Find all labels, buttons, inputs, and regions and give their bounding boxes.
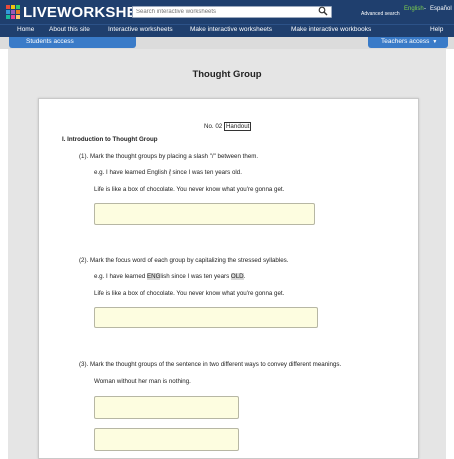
students-access-label: Students access (26, 38, 74, 45)
q2-example: e.g. I have learned ENGlish since I was … (94, 273, 245, 280)
q2-example-eng: ENG (146, 273, 161, 280)
q3-instruction: Mark the thought groups of the sentence … (90, 361, 342, 368)
q2-example-text-b: lish since I was ten years (160, 273, 231, 280)
lang-english-link[interactable]: English (404, 6, 424, 12)
q1-example-text-a: e.g. I have learned English (94, 169, 169, 176)
handout-label: Handout (223, 122, 252, 131)
q1-instruction-line: (1). Mark the thought groups by placing … (79, 153, 258, 160)
q1-answer-field[interactable] (94, 203, 315, 225)
q1-instruction: Mark the thought groups by placing a sla… (90, 153, 259, 160)
advanced-search-link[interactable]: Advanced search (361, 11, 400, 17)
caret-down-icon: ▼ (432, 39, 438, 45)
q3-sentence: Woman without her man is nothing. (94, 378, 191, 385)
search-input[interactable] (132, 6, 332, 18)
nav-make-workbooks[interactable]: Make interactive workbooks (291, 26, 371, 33)
q1-number: (1). (79, 153, 89, 160)
students-access-button[interactable]: Students access (9, 37, 136, 48)
nav-interactive-worksheets[interactable]: Interactive worksheets (108, 26, 173, 33)
worksheet-number-line: No. 02 Handout (204, 122, 252, 131)
lang-separator: - (424, 6, 426, 12)
nav-about[interactable]: About this site (49, 26, 90, 33)
q3-instruction-line: (3). Mark the thought groups of the sent… (79, 361, 341, 368)
q2-instruction: Mark the focus word of each group by cap… (90, 257, 289, 264)
q3-answer-field-1[interactable] (94, 396, 239, 419)
q2-answer-field[interactable] (94, 307, 318, 328)
q2-example-text-a: e.g. I have learned (94, 273, 147, 280)
q3-answer-field-2[interactable] (94, 428, 239, 451)
teachers-access-button[interactable]: Teachers access ▼ (368, 37, 448, 48)
q3-number: (3). (79, 361, 89, 368)
q1-sentence: Life is like a box of chocolate. You nev… (94, 186, 285, 193)
nav-home[interactable]: Home (17, 26, 34, 33)
main-nav: Home About this site Interactive workshe… (0, 24, 454, 37)
search-icon[interactable] (318, 6, 328, 16)
top-bar: LIVEWORKSHEETS Advanced search English -… (0, 0, 454, 24)
q1-example-text-b: since I was ten years old. (170, 169, 242, 176)
q2-number: (2). (79, 257, 89, 264)
q2-sentence: Life is like a box of chocolate. You nev… (94, 290, 285, 297)
lang-spanish-link[interactable]: Español (430, 6, 452, 12)
logo-grid-icon (6, 5, 20, 19)
q2-example-text-c: . (243, 273, 246, 280)
q2-example-old: OLD (230, 273, 244, 280)
worksheet-number: No. 02 (204, 123, 223, 130)
q2-instruction-line: (2). Mark the focus word of each group b… (79, 257, 288, 264)
nav-make-worksheets[interactable]: Make interactive worksheets (190, 26, 272, 33)
q1-example: e.g. I have learned English / since I wa… (94, 169, 242, 176)
teachers-access-label: Teachers access (381, 38, 430, 45)
page-title: Thought Group (192, 69, 262, 80)
section-heading: I. Introduction to Thought Group (62, 136, 158, 143)
nav-help[interactable]: Help (430, 26, 443, 33)
